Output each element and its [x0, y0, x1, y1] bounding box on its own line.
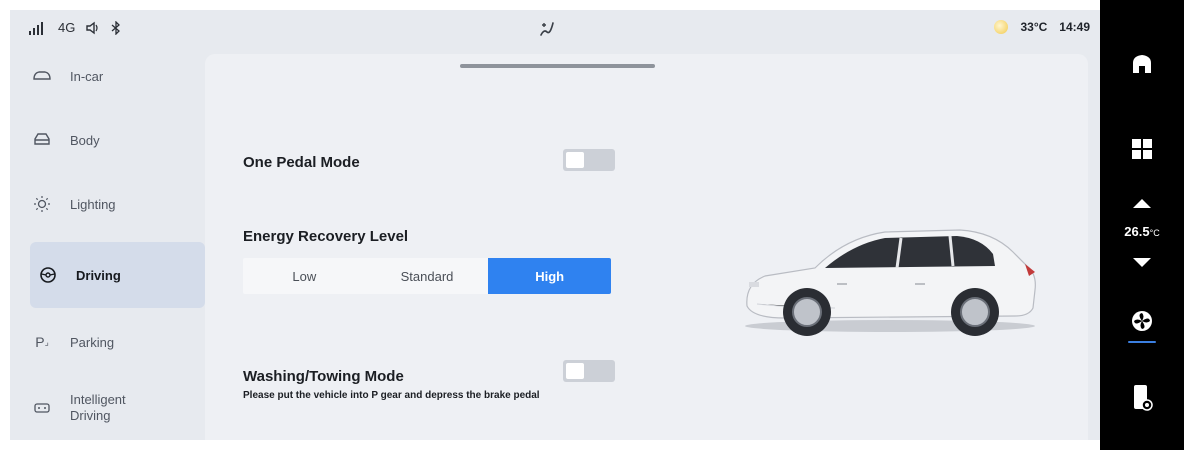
apps-button[interactable] [1100, 138, 1184, 165]
bluetooth-icon [111, 20, 121, 35]
grid-icon [1131, 138, 1153, 165]
sidebar-item-label: Body [70, 132, 100, 148]
sidebar-item-driving[interactable]: Driving [30, 242, 205, 308]
temperature-down-button[interactable] [1100, 256, 1184, 274]
sidebar-item-in-car[interactable]: In-car [32, 46, 202, 106]
camera-icon [32, 398, 52, 418]
car-body-icon [32, 130, 52, 150]
sidebar-item-parking[interactable]: P ⌟ Parking [32, 312, 202, 372]
fan-icon [1131, 310, 1153, 337]
one-pedal-label: One Pedal Mode [243, 154, 360, 171]
weather-icon [994, 20, 1009, 34]
clock: 14:49 [1059, 20, 1090, 34]
one-pedal-toggle[interactable] [563, 149, 615, 171]
status-right: 33°C 14:49 [994, 20, 1090, 34]
car-cabin-icon [32, 66, 52, 86]
phone-charging-icon [1131, 384, 1153, 417]
energy-recovery-selector: Low Standard High [243, 258, 611, 294]
washing-towing-label: Washing/Towing Mode [243, 368, 404, 385]
outside-temperature: 33°C [1020, 20, 1048, 34]
temperature-unit: °C [1149, 228, 1160, 238]
signal-icon [28, 21, 48, 35]
sidebar-item-body[interactable]: Body [32, 110, 202, 170]
sidebar-item-label: Parking [70, 334, 115, 350]
home-button[interactable] [1100, 52, 1184, 81]
climate-rail: 26.5°C [1100, 0, 1184, 450]
temperature-display: 26.5°C [1100, 224, 1184, 239]
sidebar-item-label: Intelligent Driving [70, 392, 126, 423]
temperature-up-button[interactable] [1100, 196, 1184, 214]
drag-handle[interactable] [460, 64, 655, 68]
temperature-value: 26.5 [1124, 224, 1150, 239]
network-label: 4G [58, 20, 76, 35]
chevron-up-icon [1132, 196, 1152, 214]
volume-icon [85, 21, 101, 35]
washing-towing-hint: Please put the vehicle into P gear and d… [243, 390, 540, 401]
screen: 4G 33°C 14:49 In-car Body Lighting Drivi… [10, 10, 1100, 440]
sidebar-item-lighting[interactable]: Lighting [32, 174, 202, 234]
status-left: 4G [28, 20, 121, 35]
connection-icon [538, 20, 556, 43]
sidebar-item-label: In-car [70, 68, 104, 84]
parking-icon: P ⌟ [35, 334, 49, 350]
energy-recovery-label: Energy Recovery Level [243, 228, 409, 245]
fan-indicator [1128, 341, 1156, 343]
chevron-down-icon [1132, 256, 1152, 274]
phone-button[interactable] [1100, 384, 1184, 417]
steering-wheel-icon [38, 265, 58, 285]
driving-settings-panel: One Pedal Mode Energy Recovery Level Low… [205, 54, 1088, 440]
toggle-knob [566, 363, 584, 379]
energy-option-high[interactable]: High [488, 258, 611, 294]
washing-towing-toggle[interactable] [563, 360, 615, 382]
fan-button[interactable] [1100, 310, 1184, 343]
toggle-knob [566, 152, 584, 168]
sidebar-item-label: Driving [76, 267, 121, 283]
vehicle-image [725, 214, 1055, 349]
sun-icon [32, 194, 52, 214]
home-icon [1130, 52, 1154, 81]
sidebar-item-label: Lighting [70, 196, 116, 212]
sidebar-item-intelligent-driving[interactable]: Intelligent Driving [32, 378, 202, 438]
energy-option-low[interactable]: Low [243, 258, 366, 294]
settings-sidebar: In-car Body Lighting Driving P⌟ Parking [10, 54, 205, 440]
energy-option-standard[interactable]: Standard [366, 258, 489, 294]
